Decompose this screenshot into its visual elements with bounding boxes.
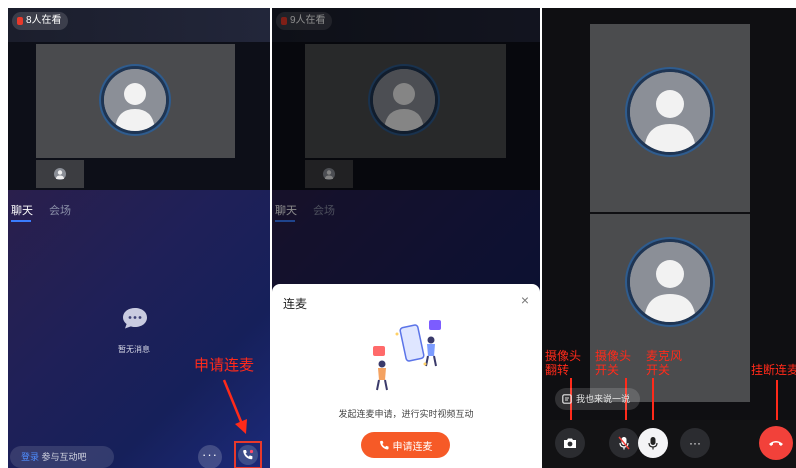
annotation-mic-toggle: 麦克风 开关 — [646, 349, 682, 377]
microphone-icon — [648, 437, 658, 450]
annotation-arrow — [222, 379, 247, 434]
camera-flip-button[interactable] — [555, 428, 585, 458]
annotation-camera-toggle: 摄像头 开关 — [595, 349, 631, 377]
chat-bubble-icon — [123, 308, 147, 329]
apply-mic-button[interactable] — [234, 441, 262, 468]
annotation-camera-flip-line1: 摄像头 — [545, 349, 582, 363]
mic-toggle-button[interactable] — [638, 428, 668, 458]
viewer-count-badge: 8人在看 — [12, 12, 68, 30]
hangup-icon — [769, 441, 783, 446]
login-prompt-text: 参与互动吧 — [39, 452, 87, 462]
live-icon — [17, 17, 23, 25]
annotation-camera-toggle-line1: 摄像头 — [595, 349, 632, 363]
camera-off-icon — [618, 436, 630, 450]
annotation-camera-flip-line2: 翻转 — [545, 363, 570, 377]
annotation-camera-flip: 摄像头 翻转 — [545, 349, 581, 377]
video-thumbnail[interactable] — [36, 160, 84, 188]
user-avatar-icon — [630, 242, 710, 322]
sheet-title: 连麦 — [283, 297, 308, 311]
more-button[interactable]: ··· — [680, 428, 710, 458]
apply-mic-confirm-button[interactable]: 申请连麦 — [361, 432, 450, 458]
annotation-mic-toggle-line1: 麦克风 — [646, 349, 683, 363]
camera-flip-icon — [564, 438, 576, 448]
login-prompt[interactable]: 登录 参与互动吧 — [10, 446, 114, 468]
empty-message-text: 暂无消息 — [118, 345, 150, 354]
main-video[interactable] — [36, 44, 235, 158]
viewer-count: 8人在看 — [26, 15, 62, 26]
annotation-arrow — [648, 378, 658, 427]
in-call-panel: 摄像头 翻转 摄像头 开关 麦克风 开关 挂断连麦 我也来说一说 ··· — [542, 8, 796, 468]
tab-venue[interactable]: 会场 — [49, 202, 71, 218]
more-button[interactable]: ··· — [198, 445, 222, 468]
phone-icon — [243, 449, 254, 460]
hangup-button[interactable] — [759, 426, 793, 460]
phone-icon — [379, 440, 389, 449]
apply-mic-sheet: 连麦 × 发起连麦申请，进行实时视频互动 申请连麦 — [272, 284, 540, 468]
sheet-description: 发起连麦申请，进行实时视频互动 — [338, 409, 474, 419]
apply-mic-label: 申请连麦 — [392, 441, 433, 453]
annotation-mic-toggle-line2: 开关 — [646, 363, 671, 377]
user-avatar-icon — [104, 69, 166, 131]
login-link[interactable]: 登录 — [21, 452, 39, 462]
tab-chat[interactable]: 聊天 — [11, 202, 33, 222]
participant-video-1[interactable] — [590, 24, 750, 212]
user-avatar-icon — [630, 72, 710, 152]
camera-toggle-button[interactable] — [609, 428, 639, 458]
annotation-hangup: 挂断连麦 — [751, 363, 796, 377]
video-chat-illustration-icon — [373, 320, 441, 391]
annotation-arrow — [772, 380, 782, 428]
edit-icon — [562, 394, 572, 404]
apply-mic-panel: 9人在看 聊天 会场 连麦 × 发起连麦申请，进行实时视频互动 申请连麦 — [272, 8, 540, 468]
chat-tabs: 聊天 会场 — [11, 202, 71, 222]
comment-placeholder: 我也来说一说 — [576, 394, 631, 404]
close-icon[interactable]: × — [521, 292, 529, 308]
annotation-apply-mic: 申请连麦 — [194, 357, 255, 374]
comment-input[interactable]: 我也来说一说 — [555, 388, 641, 410]
live-room-panel: 8人在看 聊天 会场 暂无消息 申请连麦 登录 参与互动吧 ··· — [8, 8, 270, 468]
user-avatar-small-icon — [54, 168, 66, 180]
annotation-camera-toggle-line2: 开关 — [595, 363, 620, 377]
